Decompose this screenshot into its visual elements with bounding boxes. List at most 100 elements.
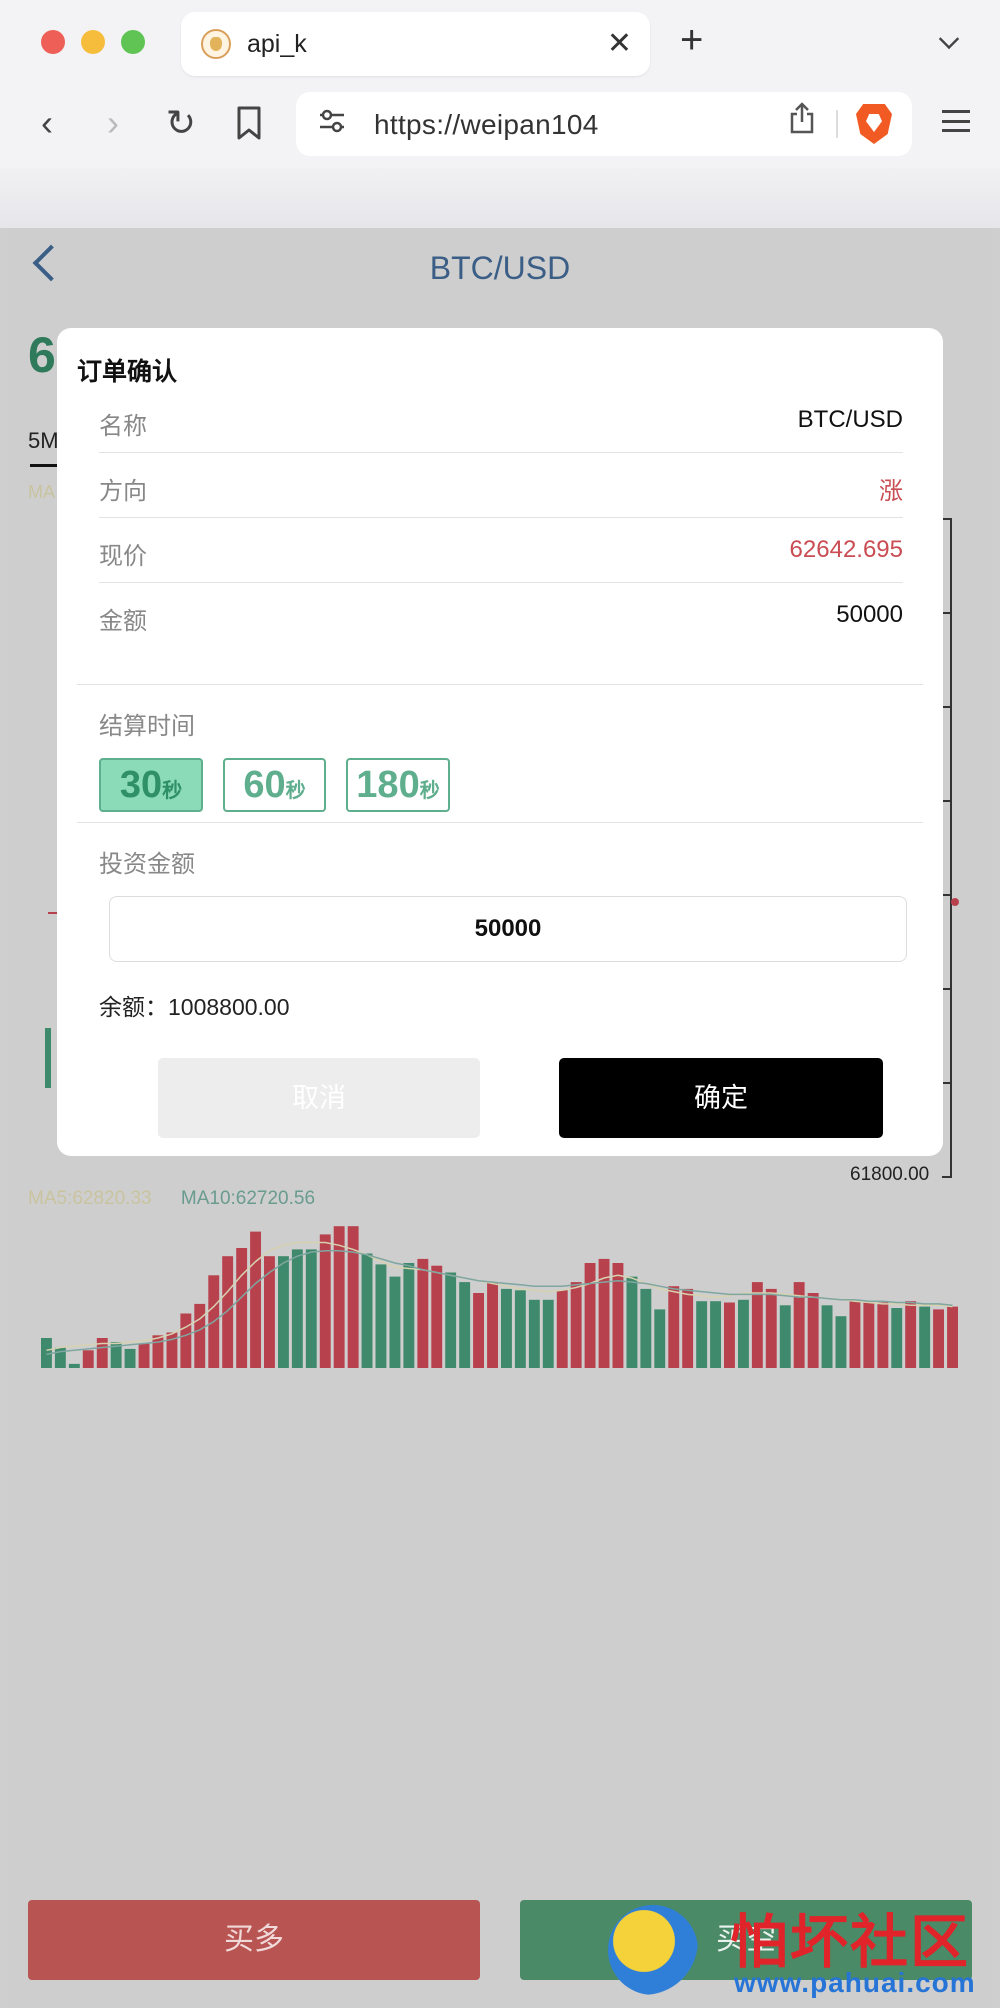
time-option-number: 180	[356, 764, 420, 806]
volume-bar	[333, 1226, 345, 1368]
volume-bar	[459, 1282, 471, 1368]
chevron-down-icon[interactable]	[938, 28, 960, 50]
dialog-title: 订单确认	[77, 358, 178, 386]
watermark: 怕坏社区 www.pahuai.com	[600, 1895, 1000, 2008]
reload-icon[interactable]: ↻	[156, 98, 206, 148]
volume-bar	[82, 1350, 94, 1368]
volume-bar	[96, 1338, 108, 1368]
volume-bar	[738, 1299, 749, 1368]
time-option-180[interactable]: 180秒	[346, 758, 450, 812]
row-label: 方向	[99, 478, 147, 505]
price-axis	[950, 518, 952, 1178]
row-value: 涨	[879, 478, 903, 505]
navigation-bar: ‹ › ↻ https://weipan104	[0, 88, 1000, 160]
y-axis-label: 61800.00	[850, 1164, 930, 1185]
volume-bar	[891, 1308, 903, 1368]
volume-bar	[291, 1249, 303, 1368]
time-option-unit: 秒	[285, 780, 306, 802]
time-option-number: 30	[119, 764, 163, 806]
volume-bar	[250, 1231, 261, 1368]
row-name: 名称 BTC/USD	[99, 388, 903, 453]
volume-bar	[501, 1288, 512, 1368]
page-title: BTC/USD	[429, 250, 571, 286]
volume-bar	[556, 1290, 568, 1368]
volume-bar	[933, 1309, 944, 1368]
volume-bar	[682, 1288, 694, 1368]
volume-bar	[584, 1263, 596, 1368]
url-text[interactable]: https://weipan104	[374, 109, 599, 141]
axis-tick	[942, 1176, 952, 1178]
tab-bar: api_k ✕ +	[0, 0, 1000, 88]
zoom-window-button[interactable]	[121, 30, 145, 54]
row-direction: 方向 涨	[99, 453, 903, 518]
volume-bar	[821, 1305, 833, 1368]
volume-bar	[542, 1299, 554, 1368]
buy-up-button[interactable]: 买多	[28, 1900, 480, 1980]
watermark-url: www.pahuai.com	[734, 1967, 976, 1998]
close-window-button[interactable]	[41, 30, 65, 54]
invest-amount-input[interactable]: 50000	[109, 896, 907, 962]
volume-bar	[389, 1276, 401, 1368]
volume-bar	[305, 1249, 317, 1368]
volume-bar	[152, 1335, 164, 1368]
axis-tick	[942, 518, 952, 520]
divider	[77, 822, 923, 823]
browser-tab[interactable]: api_k ✕	[181, 12, 650, 76]
current-price-marker	[951, 898, 959, 906]
row-price: 现价 62642.695	[99, 518, 903, 583]
bookmarks-bar	[0, 168, 1000, 228]
volume-bar	[668, 1286, 680, 1368]
brave-shields-icon[interactable]	[856, 104, 892, 144]
tab-title: api_k	[247, 30, 307, 58]
axis-tick	[942, 800, 952, 802]
volume-bar	[431, 1265, 443, 1368]
ma10-label: MA10:62720.56	[180, 1188, 316, 1209]
volume-bar	[124, 1348, 136, 1368]
axis-tick	[942, 894, 952, 896]
time-option-unit: 秒	[162, 780, 183, 802]
minimize-window-button[interactable]	[81, 30, 105, 54]
cancel-button[interactable]: 取消	[158, 1058, 480, 1138]
time-option-60[interactable]: 60秒	[223, 758, 326, 812]
volume-bar	[765, 1288, 777, 1368]
bookmark-icon[interactable]	[224, 98, 274, 148]
volume-bar	[445, 1272, 457, 1368]
volume-bar	[68, 1363, 80, 1368]
row-label: 金额	[99, 608, 147, 635]
site-settings-icon[interactable]	[316, 108, 348, 140]
forward-button[interactable]: ›	[88, 98, 138, 148]
confirm-button[interactable]: 确定	[559, 1058, 883, 1138]
watermark-logo-icon	[608, 1905, 698, 1995]
volume-bar	[849, 1301, 861, 1368]
period-tab-5m[interactable]: 5M	[28, 428, 59, 454]
settle-time-label: 结算时间	[99, 713, 195, 740]
volume-bar	[347, 1226, 359, 1368]
volume-bar	[877, 1302, 889, 1368]
volume-bar	[361, 1253, 373, 1368]
ma5-label: MA5:62820.33	[28, 1188, 152, 1209]
volume-chart	[41, 1218, 961, 1368]
menu-icon[interactable]	[942, 110, 970, 132]
volume-bar	[403, 1263, 415, 1368]
volume-bar	[528, 1299, 540, 1368]
volume-bar	[514, 1290, 526, 1368]
volume-bar	[598, 1258, 610, 1368]
volume-bar	[835, 1316, 847, 1368]
axis-tick	[942, 1082, 952, 1084]
address-bar[interactable]: https://weipan104	[296, 92, 912, 156]
time-option-number: 60	[243, 764, 286, 806]
back-button[interactable]: ‹	[22, 98, 72, 148]
volume-bar	[570, 1282, 582, 1368]
tab-close-icon[interactable]: ✕	[607, 26, 632, 61]
balance-text: 余额：1008800.00	[99, 994, 290, 1020]
divider	[77, 684, 923, 685]
ma-legend-top: MA	[28, 482, 55, 502]
invest-amount-label: 投资金额	[99, 851, 195, 878]
time-option-30[interactable]: 30秒	[99, 758, 203, 812]
volume-bar	[724, 1302, 735, 1368]
share-icon[interactable]	[780, 102, 824, 146]
browser-chrome: api_k ✕ + ‹ › ↻ https://weipan104	[0, 0, 1000, 228]
new-tab-button[interactable]: +	[680, 20, 703, 60]
axis-tick	[942, 988, 952, 990]
volume-bar	[863, 1302, 875, 1368]
